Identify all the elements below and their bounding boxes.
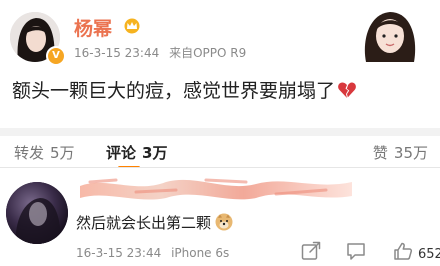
comment-meta: 16-3-15 23:44 iPhone 6s [76, 246, 235, 260]
comment-text: 然后就会长出第二颗 [76, 214, 212, 232]
comment-icon[interactable] [345, 240, 367, 262]
tab-repost-label: 转发 [14, 144, 45, 162]
tab-like-count: 35万 [393, 144, 428, 162]
commenter-name-redacted [80, 178, 352, 200]
commenter-avatar[interactable] [6, 182, 68, 244]
tab-repost[interactable]: 转发 5万 [14, 142, 75, 163]
doge-icon [215, 213, 233, 231]
post-source: 来自OPPO R9 [169, 46, 247, 60]
share-icon[interactable] [300, 240, 322, 262]
post-meta: 16-3-15 23:44 来自OPPO R9 [74, 44, 252, 61]
interaction-tabs: 转发 5万 评论 3万 赞 35万 [0, 136, 440, 169]
verified-badge-icon: V [46, 46, 66, 66]
comment-like-count: 6523 [418, 247, 440, 262]
broken-heart-icon [338, 82, 356, 98]
comment-item: 然后就会长出第二颗 16-3-15 23:44 iPhone 6s 6523 [0, 168, 440, 266]
user-portrait-sticker [346, 6, 432, 62]
section-separator [0, 128, 440, 136]
post-date: 16-3-15 23:44 [74, 46, 160, 60]
username[interactable]: 杨幂 [74, 14, 112, 41]
comment-content: 然后就会长出第二颗 [76, 212, 233, 233]
tab-repost-count: 5万 [50, 144, 75, 162]
thumbs-up-icon[interactable] [392, 240, 414, 262]
tab-like-label: 赞 [372, 144, 388, 162]
tab-comment-label: 评论 [106, 144, 137, 162]
weibo-post: V 杨幂 16-3-15 23:44 来自OPPO R9 额头一颗巨大的痘，感觉… [0, 0, 440, 132]
comment-source: iPhone 6s [171, 246, 230, 260]
tab-comment-count: 3万 [142, 144, 168, 162]
post-text: 额头一颗巨大的痘，感觉世界要崩塌了 [12, 80, 336, 102]
tab-comment[interactable]: 评论 3万 [106, 142, 167, 163]
crown-icon [124, 18, 140, 34]
tab-like[interactable]: 赞 35万 [373, 142, 428, 163]
post-content: 额头一颗巨大的痘，感觉世界要崩塌了 [12, 76, 357, 103]
comment-date: 16-3-15 23:44 [76, 246, 162, 260]
